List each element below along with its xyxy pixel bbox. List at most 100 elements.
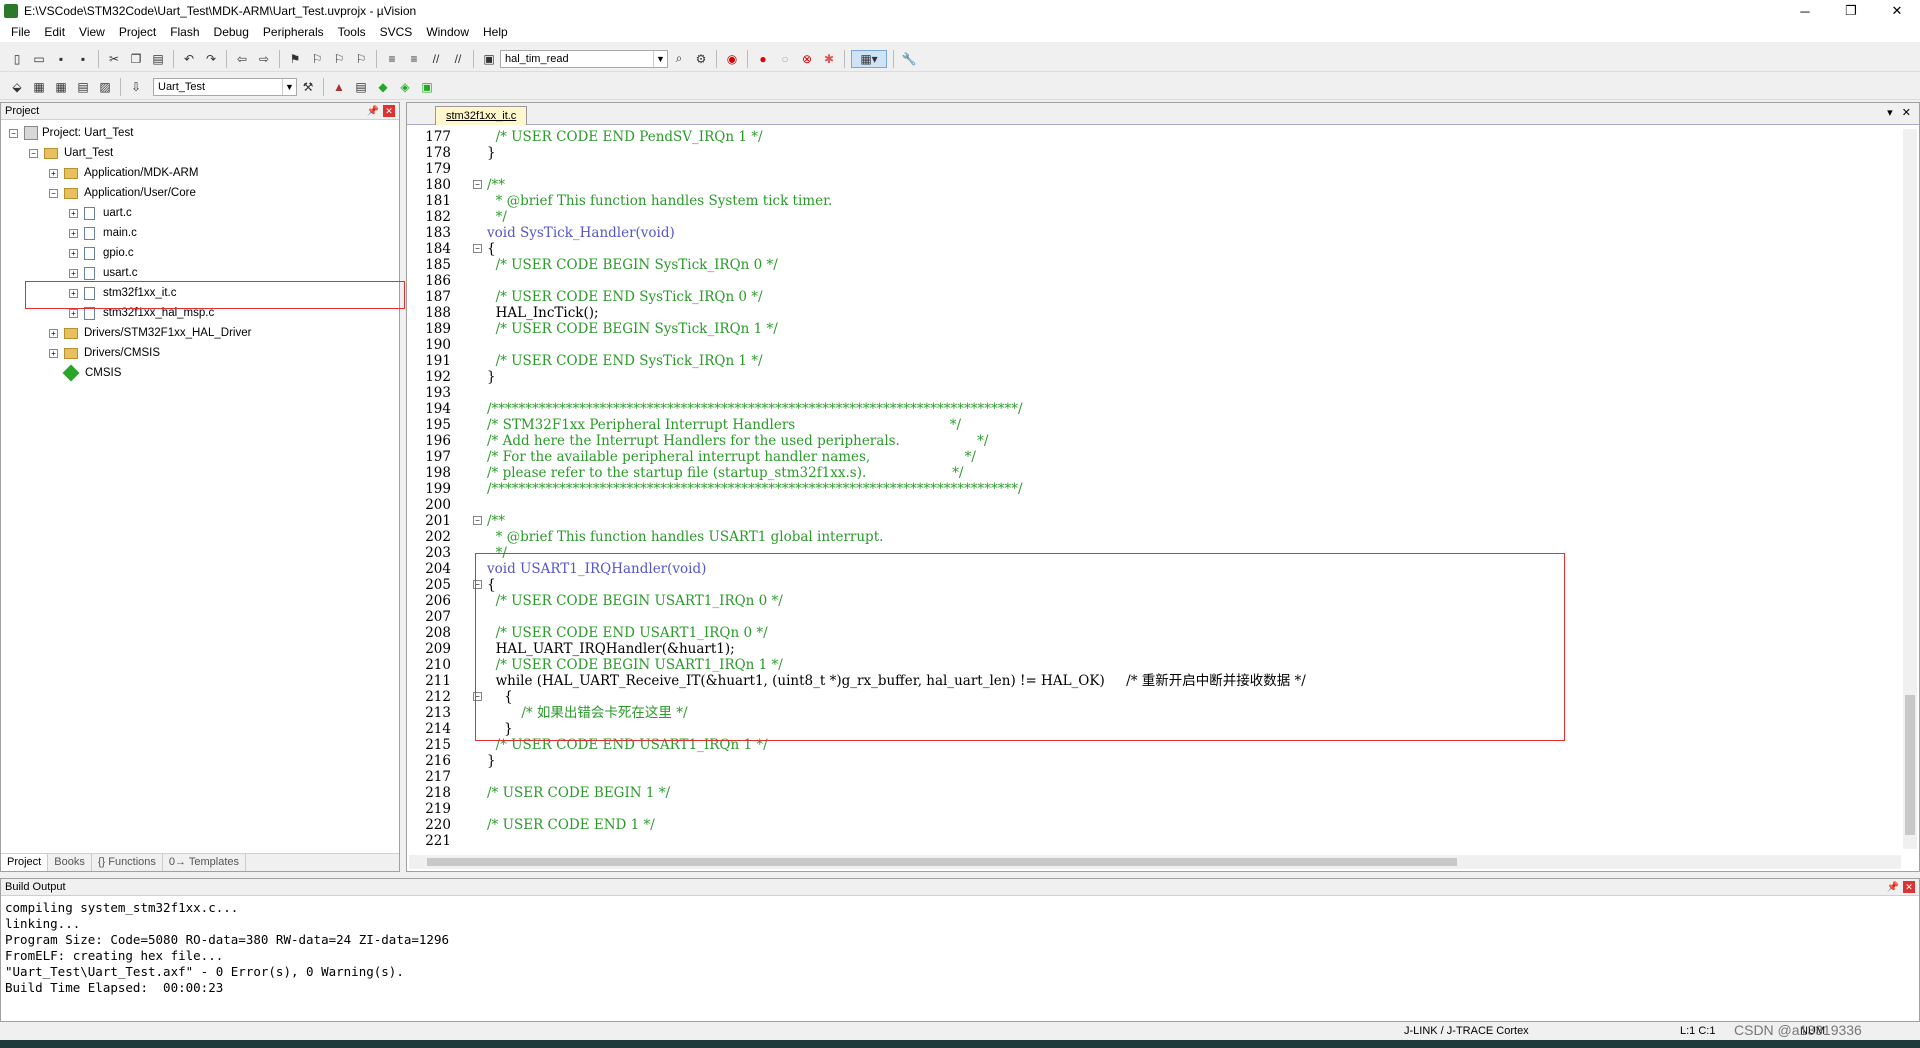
- debug-session-icon[interactable]: ◉: [723, 50, 741, 68]
- chevron-down-icon[interactable]: ▼: [282, 78, 296, 95]
- menu-view[interactable]: View: [72, 25, 112, 39]
- menu-flash[interactable]: Flash: [163, 25, 206, 39]
- disable-breakpoint-icon[interactable]: ○: [776, 50, 794, 68]
- code-line[interactable]: /* For the available peripheral interrup…: [487, 449, 976, 465]
- tree-node-project[interactable]: − Project: Uart_Test: [9, 124, 133, 142]
- pack-installer-icon[interactable]: ◈: [396, 78, 414, 96]
- menu-svcs[interactable]: SVCS: [373, 25, 420, 39]
- code-line[interactable]: /* USER CODE END SysTick_IRQn 1 */: [487, 353, 763, 369]
- incremental-find-icon[interactable]: ⚙: [692, 50, 710, 68]
- menu-debug[interactable]: Debug: [207, 25, 256, 39]
- expand-icon[interactable]: +: [49, 348, 58, 358]
- save-all-icon[interactable]: ▪: [74, 50, 92, 68]
- code-line[interactable]: /* USER CODE END SysTick_IRQn 0 */: [487, 289, 763, 305]
- save-icon[interactable]: ▪: [52, 50, 70, 68]
- configure-icon[interactable]: 🔧: [900, 50, 918, 68]
- tree-node-group-user-core[interactable]: − Application/User/Core: [49, 184, 196, 202]
- code-line[interactable]: /* USER CODE BEGIN 1 */: [487, 785, 670, 801]
- target-combo[interactable]: Uart_Test ▼: [153, 77, 297, 96]
- manage-project-items-icon[interactable]: ▲: [330, 78, 348, 96]
- code-line[interactable]: }: [487, 369, 496, 385]
- tree-node-group-mdk-arm[interactable]: + Application/MDK-ARM: [49, 164, 198, 182]
- code-line[interactable]: /* Add here the Interrupt Handlers for t…: [487, 433, 988, 449]
- open-file-icon[interactable]: ▭: [30, 50, 48, 68]
- disable-all-breakpoints-icon[interactable]: ⊗: [798, 50, 816, 68]
- event-recorder-icon[interactable]: ▣: [418, 78, 436, 96]
- expand-icon[interactable]: +: [49, 328, 58, 338]
- tab-controls[interactable]: ▾ ✕: [1887, 106, 1911, 119]
- tree-node-target[interactable]: − Uart_Test: [29, 144, 113, 162]
- tree-node-file[interactable]: + uart.c: [69, 204, 132, 222]
- expand-icon[interactable]: +: [49, 168, 58, 178]
- close-button[interactable]: ✕: [1874, 0, 1920, 22]
- tree-node-cmsis-component[interactable]: CMSIS: [62, 364, 121, 382]
- redo-icon[interactable]: ↷: [202, 50, 220, 68]
- menu-peripherals[interactable]: Peripherals: [256, 25, 331, 39]
- code-line[interactable]: /***************************************…: [487, 401, 1023, 417]
- bookmark-icon[interactable]: ⚑: [286, 50, 304, 68]
- code-line[interactable]: }: [487, 753, 496, 769]
- minimize-button[interactable]: ─: [1782, 0, 1828, 22]
- new-file-icon[interactable]: ▯: [8, 50, 26, 68]
- pin-icon[interactable]: 📌: [367, 106, 379, 117]
- tab-books[interactable]: Books: [48, 854, 92, 871]
- editor-tab-file[interactable]: stm32f1xx_it.c: [435, 106, 528, 125]
- code-line[interactable]: /***************************************…: [487, 481, 1023, 497]
- nav-forward-icon[interactable]: ⇨: [255, 50, 273, 68]
- code-line[interactable]: void SysTick_Handler(void): [487, 225, 675, 241]
- code-line[interactable]: /* please refer to the startup file (sta…: [487, 465, 963, 481]
- indent-icon[interactable]: ≡: [383, 50, 401, 68]
- kill-all-breakpoints-icon[interactable]: ✱: [820, 50, 838, 68]
- uncomment-icon[interactable]: //: [449, 50, 467, 68]
- fold-toggle-icon[interactable]: −: [473, 516, 482, 525]
- collapse-icon[interactable]: −: [29, 148, 38, 158]
- tree-node-group-cmsis[interactable]: + Drivers/CMSIS: [49, 344, 160, 362]
- code-line[interactable]: * @brief This function handles USART1 gl…: [487, 529, 884, 545]
- window-layout-icon[interactable]: ▦▾: [851, 49, 887, 68]
- clear-bookmarks-icon[interactable]: ⚐: [352, 50, 370, 68]
- target-options-icon[interactable]: ⚒: [299, 78, 317, 96]
- horizontal-scrollbar[interactable]: [409, 855, 1901, 869]
- code-line[interactable]: /* USER CODE END 1 */: [487, 817, 655, 833]
- code-line[interactable]: /**: [487, 513, 505, 529]
- comment-icon[interactable]: //: [427, 50, 445, 68]
- fold-toggle-icon[interactable]: −: [473, 244, 482, 253]
- menu-edit[interactable]: Edit: [37, 25, 72, 39]
- expand-icon[interactable]: +: [69, 228, 78, 238]
- expand-icon[interactable]: +: [69, 308, 78, 318]
- nav-back-icon[interactable]: ⇦: [233, 50, 251, 68]
- menu-window[interactable]: Window: [419, 25, 476, 39]
- fold-toggle-icon[interactable]: −: [473, 180, 482, 189]
- code-line[interactable]: * @brief This function handles System ti…: [487, 193, 833, 209]
- code-line[interactable]: /* USER CODE BEGIN SysTick_IRQn 1 */: [487, 321, 778, 337]
- tab-project[interactable]: Project: [1, 854, 49, 871]
- find-combo[interactable]: hal_tim_read ▼: [500, 49, 668, 68]
- download-icon[interactable]: ⇩: [127, 78, 145, 96]
- tree-node-file[interactable]: + main.c: [69, 224, 137, 242]
- scrollbar-thumb[interactable]: [1905, 695, 1915, 835]
- breakpoint-icon[interactable]: ●: [754, 50, 772, 68]
- find-icon[interactable]: ⌕: [670, 50, 688, 68]
- chevron-down-icon[interactable]: ▼: [653, 50, 667, 67]
- batch-build-icon[interactable]: ▤: [74, 78, 92, 96]
- restore-button[interactable]: ❐: [1828, 0, 1874, 22]
- tree-node-file[interactable]: + gpio.c: [69, 244, 134, 262]
- expand-icon[interactable]: +: [69, 268, 78, 278]
- find-in-files-icon[interactable]: ▣: [480, 50, 498, 68]
- code-line[interactable]: /**: [487, 177, 505, 193]
- menu-tools[interactable]: Tools: [331, 25, 373, 39]
- close-icon[interactable]: ✕: [1903, 881, 1915, 893]
- tab-templates[interactable]: 0→ Templates: [163, 854, 247, 871]
- select-packs-icon[interactable]: ▤: [352, 78, 370, 96]
- stop-build-icon[interactable]: ▨: [96, 78, 114, 96]
- rebuild-icon[interactable]: ▦: [52, 78, 70, 96]
- code-line[interactable]: /* USER CODE BEGIN SysTick_IRQn 0 */: [487, 257, 778, 273]
- tab-functions[interactable]: {} Functions: [92, 854, 163, 871]
- code-line[interactable]: /* STM32F1xx Peripheral Interrupt Handle…: [487, 417, 961, 433]
- collapse-icon[interactable]: −: [9, 128, 18, 138]
- build-icon[interactable]: ▦: [30, 78, 48, 96]
- prev-bookmark-icon[interactable]: ⚐: [308, 50, 326, 68]
- paste-icon[interactable]: ▤: [149, 50, 167, 68]
- expand-icon[interactable]: +: [69, 208, 78, 218]
- manage-rte-icon[interactable]: ◆: [374, 78, 392, 96]
